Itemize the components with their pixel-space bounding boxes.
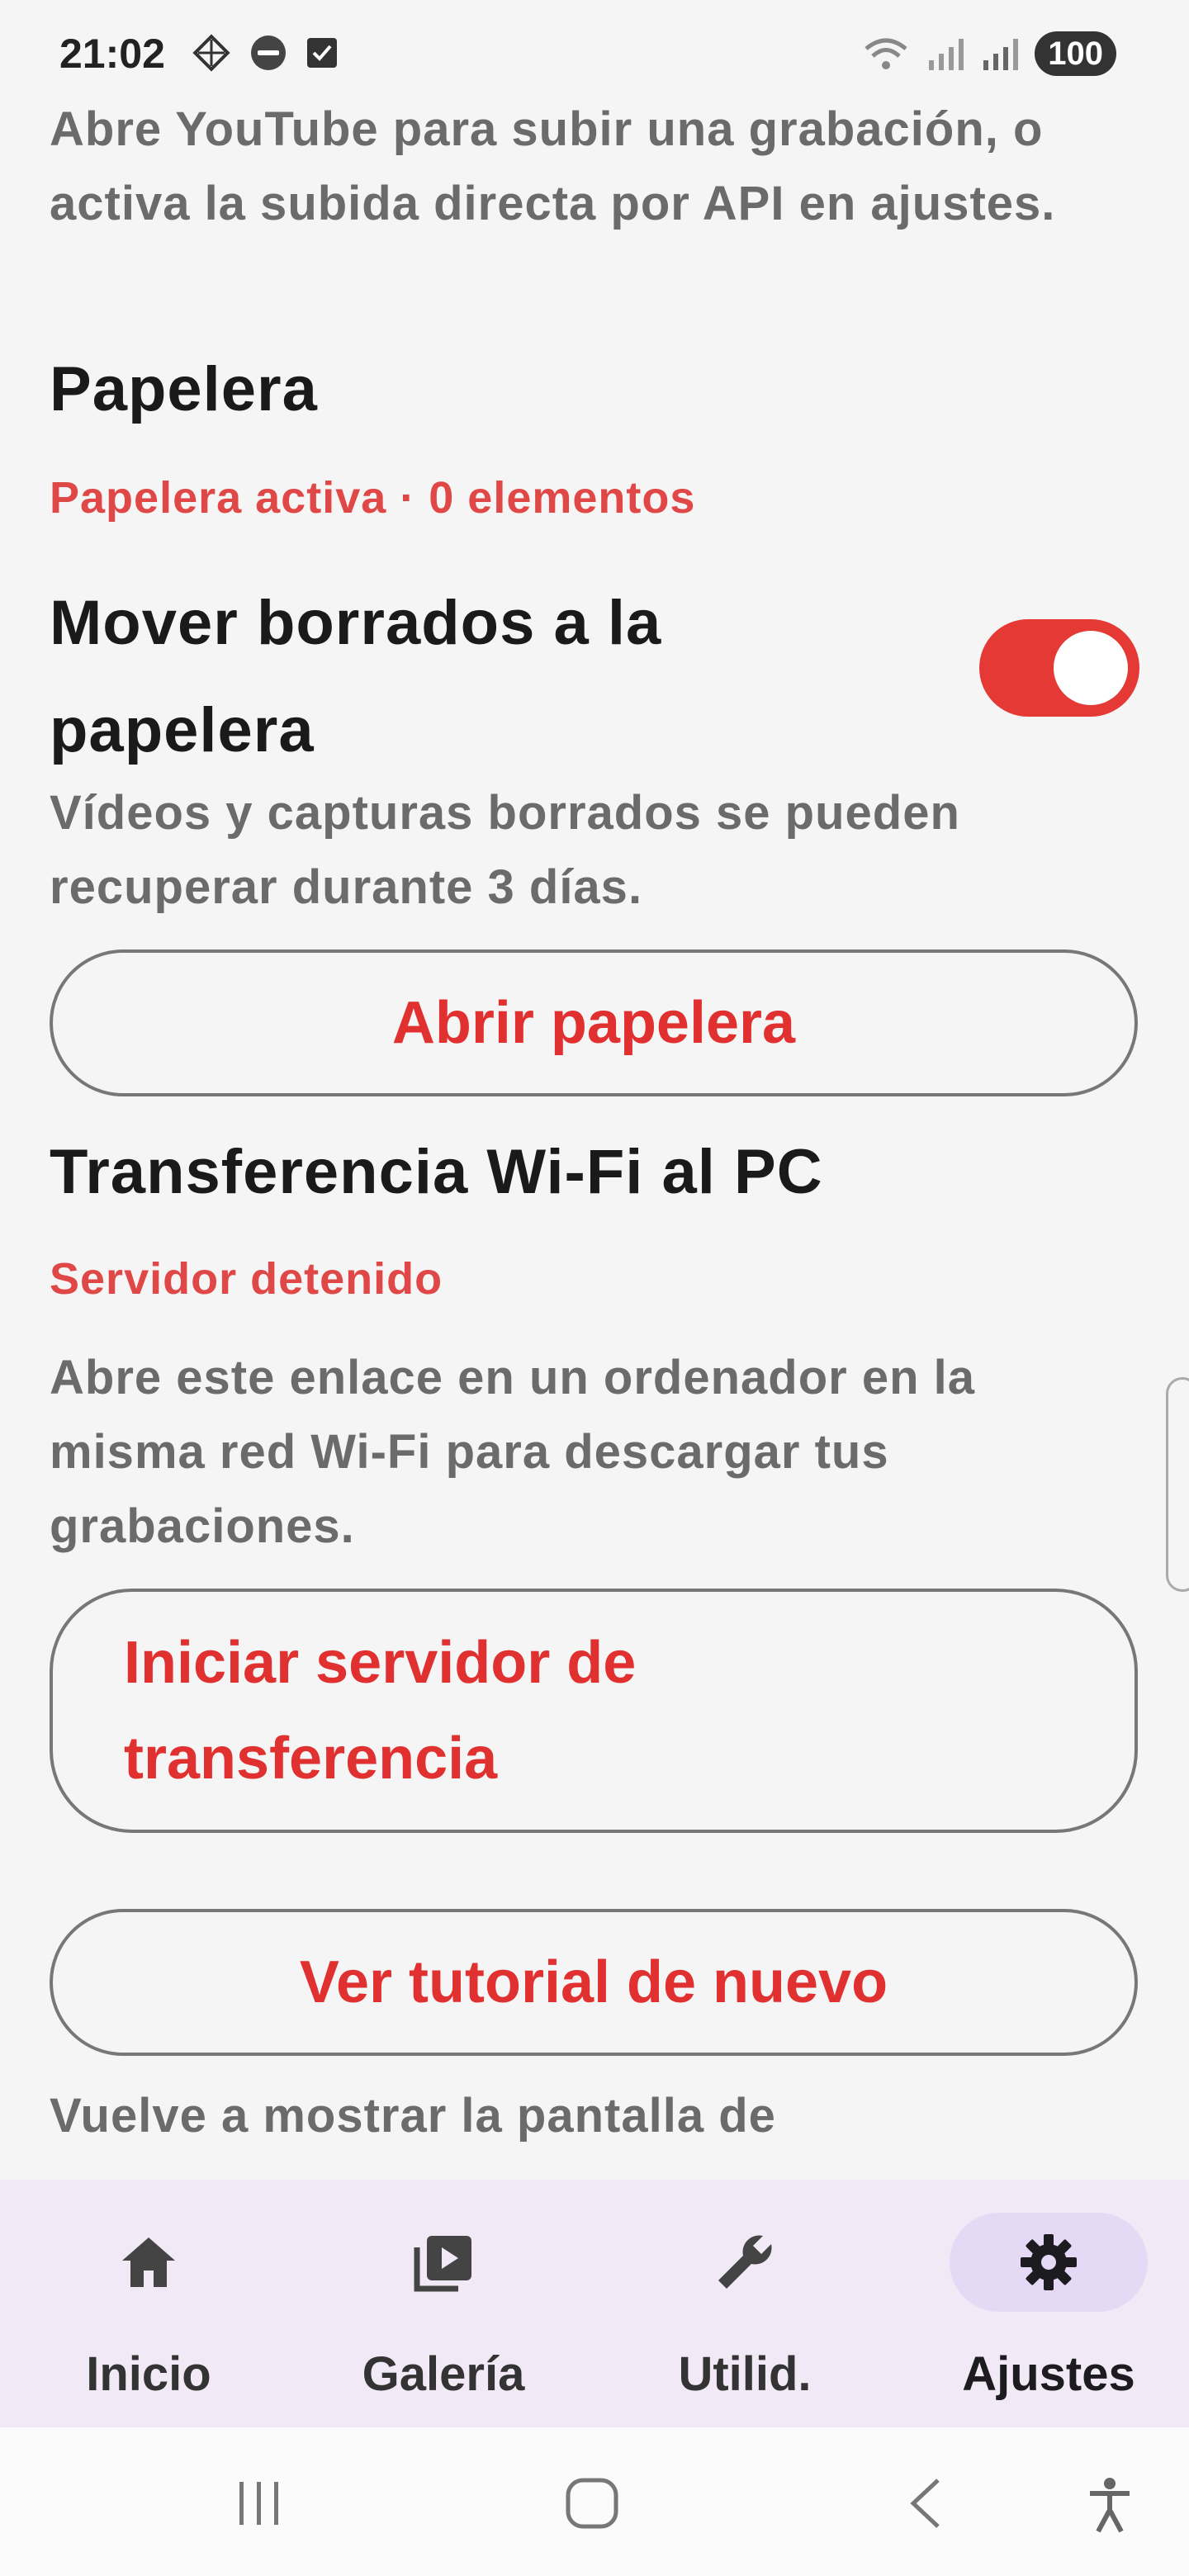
bottom-navigation: Inicio Galería Utilid. Ajustes [0, 2180, 1189, 2427]
nav-label-ajustes: Ajustes [962, 2347, 1135, 2401]
edge-panel-handle[interactable] [1166, 1377, 1189, 1592]
nav-label-galeria: Galería [362, 2347, 525, 2401]
trash-title: Papelera [50, 354, 318, 424]
wrench-icon [718, 2235, 772, 2289]
wifi-transfer-status: Servidor detenido [50, 1254, 443, 1304]
start-server-button[interactable]: Iniciar servidor de transferencia [50, 1589, 1138, 1833]
nav-label-inicio: Inicio [86, 2347, 211, 2401]
open-trash-button[interactable]: Abrir papelera [50, 949, 1138, 1096]
home-icon [122, 2237, 175, 2287]
start-server-label: Iniciar servidor de transferencia [124, 1630, 637, 1792]
gear-icon [1021, 2234, 1077, 2290]
recent-apps-icon[interactable] [233, 2477, 286, 2530]
video-library-icon [414, 2236, 471, 2292]
nav-item-inicio[interactable]: Inicio [0, 2180, 297, 2427]
move-deleted-toggle[interactable] [979, 619, 1139, 717]
back-icon[interactable] [905, 2477, 946, 2530]
settings-content[interactable]: Abre YouTube para subir una grabación, o… [0, 0, 1189, 2180]
nav-item-ajustes[interactable]: Ajustes [900, 2180, 1189, 2427]
nav-item-galeria[interactable]: Galería [295, 2180, 592, 2427]
nav-item-utilidades[interactable]: Utilid. [596, 2180, 893, 2427]
tutorial-description: Vuelve a mostrar la pantalla de [50, 2089, 776, 2143]
home-button-icon[interactable] [565, 2477, 619, 2530]
nav-label-utilidades: Utilid. [678, 2347, 812, 2401]
wifi-transfer-title: Transferencia Wi-Fi al PC [50, 1137, 823, 1207]
system-navigation-bar [0, 2427, 1189, 2576]
move-deleted-label: Mover borrados a la papelera [50, 588, 662, 765]
youtube-note: Abre YouTube para subir una grabación, o… [50, 102, 1056, 230]
toggle-knob [1054, 631, 1128, 705]
tutorial-button[interactable]: Ver tutorial de nuevo [50, 1909, 1138, 2056]
accessibility-icon[interactable] [1087, 2477, 1133, 2533]
trash-status: Papelera activa · 0 elementos [50, 473, 696, 523]
wifi-transfer-description: Abre este enlace en un ordenador en la m… [50, 1351, 975, 1553]
trash-description: Vídeos y capturas borrados se pueden rec… [50, 786, 960, 914]
